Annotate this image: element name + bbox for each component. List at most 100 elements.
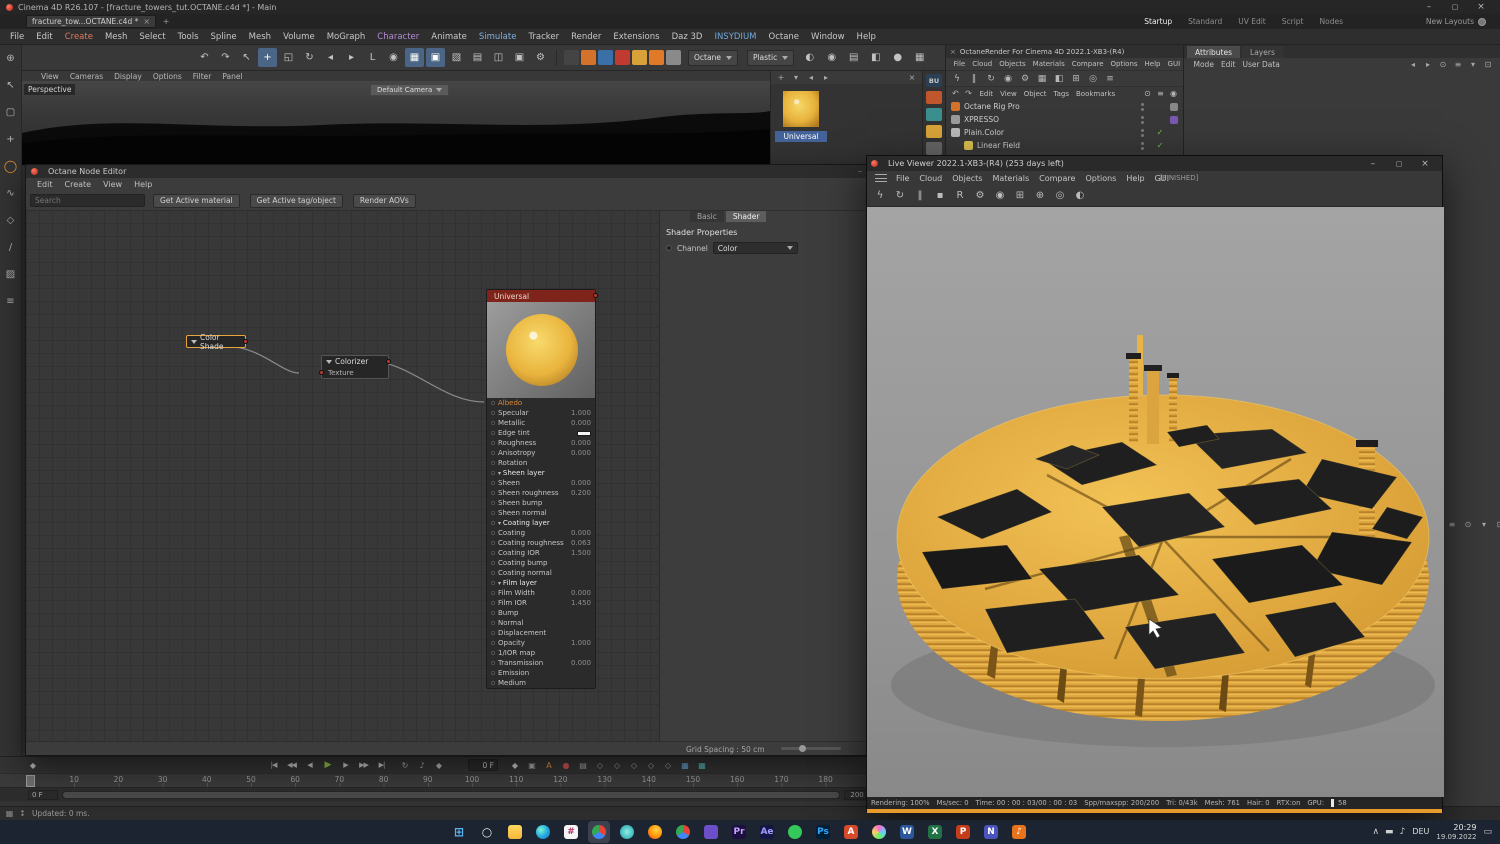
transport-button[interactable]: ▶ — [337, 758, 354, 772]
shelf-icon[interactable] — [926, 142, 942, 155]
visibility-dots-icon[interactable] — [1141, 128, 1144, 132]
shader-param-row[interactable]: Coating 0.000 — [487, 528, 595, 538]
menu-item[interactable]: Extensions — [607, 32, 665, 42]
viewport-camera-selector[interactable]: Default Camera — [370, 84, 450, 96]
layout-tab[interactable]: Standard — [1181, 17, 1229, 26]
live-viewer-menu-item[interactable]: Help — [1121, 174, 1149, 183]
toolbar-icon[interactable]: ⚙ — [531, 48, 550, 67]
taskbar-app[interactable] — [644, 821, 666, 843]
input-socket[interactable] — [491, 471, 495, 475]
plugin-icon[interactable] — [615, 50, 630, 65]
toolbar-icon[interactable]: ◱ — [279, 48, 298, 67]
object-manager-menu[interactable]: Tags — [1050, 90, 1073, 98]
live-viewer-toolbar-icon[interactable]: R — [952, 188, 968, 204]
side-tool-icon[interactable]: ◇ — [2, 211, 20, 229]
octane-menu-item[interactable]: Compare — [1068, 60, 1107, 68]
timeline-icon[interactable]: ◇ — [610, 759, 624, 771]
live-viewer-toolbar-icon[interactable]: ⊞ — [1012, 188, 1028, 204]
octane-toolbar-icon[interactable]: ⚙ — [1018, 72, 1032, 86]
attributes-tab[interactable]: Attributes — [1187, 46, 1241, 58]
timeline-icon[interactable]: ↻ — [398, 759, 412, 771]
side-tool-icon[interactable]: ∿ — [2, 184, 20, 202]
timeline-icon[interactable]: ♪ — [415, 759, 429, 771]
menu-item[interactable]: Tracker — [522, 32, 565, 42]
plugin-icon[interactable] — [666, 50, 681, 65]
tray-icon[interactable]: ∧ — [1372, 827, 1379, 837]
input-socket[interactable] — [491, 531, 495, 535]
statusbar-icon[interactable]: ↕ — [17, 808, 28, 819]
maximize-button[interactable] — [1442, 0, 1468, 14]
collapse-triangle-icon[interactable] — [191, 339, 197, 344]
canvas-zoom-slider[interactable] — [781, 745, 841, 752]
taskbar-app[interactable]: Ae — [756, 821, 778, 843]
scene-object-icon[interactable]: ● — [888, 48, 907, 67]
plugin-icon[interactable] — [649, 50, 664, 65]
delete-material-icon[interactable]: × — [906, 72, 918, 84]
shader-param-row[interactable]: 1/IOR map — [487, 648, 595, 658]
input-socket[interactable] — [491, 411, 495, 415]
scene-object-icon[interactable]: ▤ — [844, 48, 863, 67]
shader-param-row[interactable]: Film layer — [487, 578, 595, 588]
search-input[interactable] — [30, 194, 145, 207]
timeline-icon[interactable]: ◇ — [644, 759, 658, 771]
layout-tab[interactable]: Startup — [1137, 17, 1179, 26]
scene-object-icon[interactable]: ◉ — [822, 48, 841, 67]
menu-item[interactable]: Volume — [277, 32, 321, 42]
enabled-checkmark[interactable]: ✓ — [1154, 128, 1166, 137]
taskbar-app[interactable]: P — [952, 821, 974, 843]
input-socket[interactable] — [491, 461, 495, 465]
range-thumb[interactable] — [63, 792, 839, 798]
range-track[interactable] — [62, 791, 840, 799]
live-viewer-menu-item[interactable]: Cloud — [914, 174, 947, 183]
shader-param-row[interactable]: Edge tint — [487, 428, 595, 438]
material-toolbar-icon[interactable]: ▾ — [790, 72, 802, 84]
taskbar-app[interactable]: A — [840, 821, 862, 843]
live-viewer-toolbar-icon[interactable]: ↻ — [892, 188, 908, 204]
lv-minimize-button[interactable] — [1360, 157, 1386, 171]
lv-maximize-button[interactable] — [1386, 157, 1412, 171]
toolbar-icon[interactable]: + — [258, 48, 277, 67]
close-button[interactable] — [1468, 0, 1494, 14]
object-manager-menu[interactable]: View — [997, 90, 1021, 98]
shader-param-row[interactable]: Film Width 0.000 — [487, 588, 595, 598]
object-tag-icon[interactable] — [1170, 129, 1178, 137]
render-view[interactable] — [867, 207, 1444, 797]
input-socket[interactable] — [491, 681, 495, 685]
shader-param-row[interactable]: Specular 1.000 — [487, 408, 595, 418]
taskbar-app[interactable] — [700, 821, 722, 843]
account-icon[interactable] — [1478, 17, 1486, 26]
octane-toolbar-icon[interactable]: ↻ — [984, 72, 998, 86]
output-socket[interactable] — [593, 293, 598, 298]
taskbar-app[interactable]: W — [896, 821, 918, 843]
side-tool-icon[interactable]: ▢ — [2, 103, 20, 121]
octane-toolbar-icon[interactable]: ▦ — [1035, 72, 1049, 86]
menu-item[interactable]: MoGraph — [321, 32, 372, 42]
transport-button[interactable]: ▶| — [373, 758, 390, 772]
shader-props-tab[interactable]: Shader — [725, 211, 767, 222]
menu-item[interactable]: Tools — [172, 32, 205, 42]
live-viewer-menu-item[interactable]: Options — [1080, 174, 1121, 183]
transport-button[interactable]: ◀ — [301, 758, 318, 772]
material-preset-dropdown[interactable]: Plastic — [746, 49, 795, 66]
octane-menu-item[interactable]: Cloud — [969, 60, 996, 68]
live-viewer-toolbar-icon[interactable]: ⚙ — [972, 188, 988, 204]
toolbar-icon[interactable]: ▣ — [426, 48, 445, 67]
menu-item[interactable]: Mesh — [243, 32, 277, 42]
attributes-menu-item[interactable]: User Data — [1239, 60, 1283, 69]
timeline-icon[interactable]: ● — [559, 759, 573, 771]
attributes-toolbar-icon[interactable]: ▾ — [1467, 59, 1479, 71]
live-viewer-titlebar[interactable]: Live Viewer 2022.1-XB3-(R4) (253 days le… — [867, 156, 1442, 171]
octane-menu-item[interactable]: Options — [1107, 60, 1141, 68]
shader-param-row[interactable]: Sheen roughness 0.200 — [487, 488, 595, 498]
colorizer-node[interactable]: Colorizer Texture — [319, 355, 391, 379]
taskbar-app[interactable] — [672, 821, 694, 843]
attributes-mid-icon[interactable]: ⊙ — [1462, 518, 1474, 530]
menu-item[interactable]: Select — [133, 32, 171, 42]
viewport-menu-item[interactable]: Panel — [217, 72, 247, 81]
input-socket[interactable] — [491, 441, 495, 445]
input-socket[interactable] — [491, 401, 495, 405]
taskbar-app[interactable]: N — [980, 821, 1002, 843]
minimize-button[interactable] — [1416, 0, 1442, 14]
shader-param-row[interactable]: Sheen 0.000 — [487, 478, 595, 488]
shader-param-row[interactable]: Displacement — [487, 628, 595, 638]
